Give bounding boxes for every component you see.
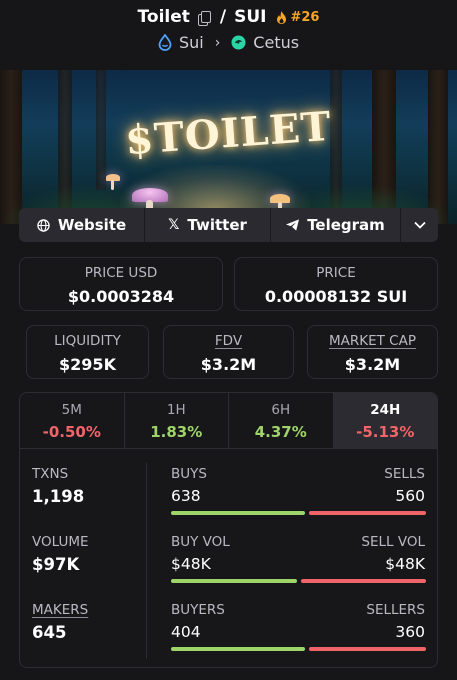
buys-value: 638 — [171, 487, 201, 505]
token-name: Toilet — [137, 7, 190, 27]
tab-5m-label: 5M — [61, 402, 82, 418]
sui-chain-icon — [158, 34, 172, 51]
buy-vol-label: BUY VOL — [171, 534, 230, 550]
tab-24h[interactable]: 24H -5.13% — [333, 393, 437, 448]
sellers-value: 360 — [395, 623, 425, 641]
tab-5m[interactable]: 5M -0.50% — [20, 393, 125, 448]
price-usd-card: PRICE USD $0.0003284 — [19, 257, 223, 311]
more-links-button[interactable] — [401, 208, 438, 242]
rank-value: #26 — [290, 9, 320, 25]
trading-stats-panel: 5M -0.50% 1H 1.83% 6H 4.37% 24H -5.13% T… — [19, 392, 438, 668]
fire-icon — [277, 10, 287, 24]
pair-title-row: Toilet / SUI #26 — [0, 7, 457, 27]
website-label: Website — [57, 216, 127, 234]
fdv-card[interactable]: FDV $3.2M — [163, 325, 294, 379]
makers-value: 645 — [32, 623, 67, 642]
chevron-down-icon — [413, 221, 426, 229]
tab-6h[interactable]: 6H 4.37% — [229, 393, 334, 448]
sell-vol-label: SELL VOL — [361, 534, 425, 550]
dex-name[interactable]: Cetus — [253, 33, 299, 52]
price-usd-label: PRICE USD — [84, 265, 158, 281]
buy-vol-value: $48K — [171, 555, 211, 573]
market-cap-card[interactable]: MARKET CAP $3.2M — [307, 325, 438, 379]
timeframe-tabs: 5M -0.50% 1H 1.83% 6H 4.37% 24H -5.13% — [20, 393, 437, 449]
chevron-right-icon: › — [214, 34, 221, 51]
cetus-dex-icon — [231, 35, 246, 50]
buys-label: BUYS — [171, 466, 207, 482]
buyers-value: 404 — [171, 623, 201, 641]
tab-1h-change: 1.83% — [150, 423, 203, 441]
liquidity-label: LIQUIDITY — [54, 333, 121, 349]
tab-6h-label: 6H — [271, 402, 291, 418]
market-cap-label[interactable]: MARKET CAP — [308, 333, 437, 349]
sells-value: 560 — [395, 487, 425, 505]
trending-rank-badge[interactable]: #26 — [276, 10, 319, 25]
sell-vol-value: $48K — [385, 555, 425, 573]
sells-bar — [309, 511, 426, 515]
pair-header: Toilet / SUI #26 Sui › Cetus — [0, 0, 457, 64]
buyers-bar — [171, 647, 305, 651]
fdv-label[interactable]: FDV — [164, 333, 293, 349]
fdv-value: $3.2M — [200, 355, 257, 374]
tab-24h-label: 24H — [370, 402, 401, 418]
telegram-label: Telegram — [307, 216, 385, 234]
telegram-link-button[interactable]: Telegram — [271, 208, 401, 242]
liquidity-card: LIQUIDITY $295K — [26, 325, 149, 379]
social-links-bar: Website 𝕏 Twitter Telegram — [19, 208, 438, 242]
sellers-bar — [309, 647, 426, 651]
tab-1h[interactable]: 1H 1.83% — [125, 393, 229, 448]
sellers-label: SELLERS — [366, 602, 425, 618]
quote-token: SUI — [234, 7, 267, 27]
stats-divider — [146, 463, 147, 659]
buyers-label: BUYERS — [171, 602, 225, 618]
sells-label: SELLS — [384, 466, 425, 482]
tab-6h-change: 4.37% — [254, 423, 307, 441]
volume-label: VOLUME — [32, 534, 89, 550]
volume-value: $97K — [32, 555, 80, 574]
tab-5m-change: -0.50% — [42, 423, 101, 441]
price-usd-value: $0.0003284 — [67, 287, 175, 306]
market-cap-value: $3.2M — [344, 355, 401, 374]
token-banner-image: $TOILET — [0, 70, 457, 224]
txns-label: TXNS — [32, 466, 69, 482]
chain-name[interactable]: Sui — [179, 33, 204, 52]
tab-24h-change: -5.13% — [356, 423, 415, 441]
makers-label[interactable]: MAKERS — [32, 602, 88, 618]
price-native-card: PRICE 0.00008132 SUI — [234, 257, 438, 311]
pair-separator: / — [219, 7, 227, 27]
twitter-label: Twitter — [187, 216, 247, 234]
pair-subtitle-row: Sui › Cetus — [0, 33, 457, 52]
website-link-button[interactable]: Website — [19, 208, 145, 242]
twitter-link-button[interactable]: 𝕏 Twitter — [145, 208, 271, 242]
sell-vol-bar — [301, 579, 426, 583]
telegram-send-icon — [286, 219, 300, 231]
price-native-value: 0.00008132 SUI — [264, 287, 408, 306]
buy-vol-bar — [171, 579, 297, 583]
liquidity-value: $295K — [59, 355, 116, 374]
price-native-label: PRICE — [316, 265, 356, 281]
tab-1h-label: 1H — [166, 402, 186, 418]
globe-icon — [37, 218, 50, 232]
x-logo-icon: 𝕏 — [168, 217, 180, 233]
copy-icon[interactable] — [197, 10, 211, 26]
buys-bar — [171, 511, 305, 515]
txns-value: 1,198 — [32, 487, 85, 506]
